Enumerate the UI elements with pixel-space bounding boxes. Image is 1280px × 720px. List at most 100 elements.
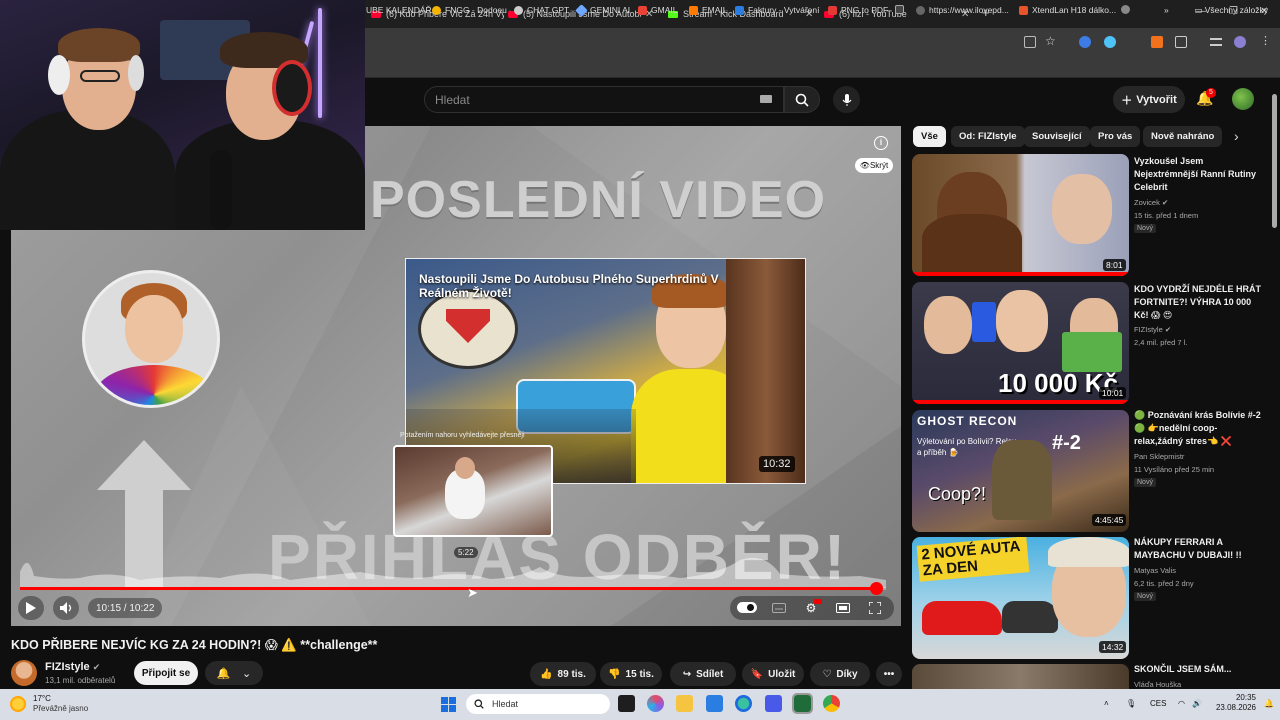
video-duration: 4:45:45 xyxy=(1092,514,1127,526)
tray-chevron-icon[interactable]: ˄ xyxy=(1104,699,1109,708)
dislike-button[interactable]: 👎 15 tis. xyxy=(600,662,662,686)
extension-icon[interactable] xyxy=(1151,36,1163,48)
bookmark-item[interactable]: GEMINI AI xyxy=(575,3,630,17)
cast-icon[interactable] xyxy=(1024,36,1036,48)
end-screen-title: POSLEDNÍ VIDEO xyxy=(370,171,827,229)
voice-search-button[interactable] xyxy=(833,86,860,113)
excel-icon[interactable] xyxy=(792,693,813,714)
more-actions-button[interactable]: ••• xyxy=(876,662,902,686)
bookmark-item[interactable]: FNGG - Dodoeu xyxy=(432,5,507,15)
page-scrollbar-thumb[interactable] xyxy=(1272,94,1277,228)
chip-recently-uploaded[interactable]: Nově nahráno xyxy=(1143,126,1223,147)
extension-icon[interactable] xyxy=(1128,36,1140,48)
recommendation-thumbnail[interactable]: 2 NOVÉ AUTA ZA DEN xyxy=(912,537,1129,659)
subscribed-notifications-button[interactable]: 🔔 ⌄ xyxy=(205,661,263,685)
chip-related[interactable]: Související xyxy=(1024,126,1090,147)
info-icon[interactable]: i xyxy=(874,136,888,150)
share-button[interactable]: ↪ Sdílet xyxy=(670,662,736,686)
thumb-body xyxy=(922,214,1022,276)
like-button[interactable]: 👍 89 tis. xyxy=(530,662,596,686)
bookmark-item[interactable]: XtendLan H18 dálko... xyxy=(1019,5,1116,15)
bookmark-item[interactable]: Faktury - Vytváření xyxy=(735,5,819,15)
watched-progress-bar xyxy=(912,272,1129,276)
bookmark-item[interactable]: PNG to PDF xyxy=(828,5,888,15)
search-input[interactable]: Hledat xyxy=(424,86,784,113)
recommendation-thumbnail[interactable] xyxy=(912,154,1129,276)
bookmark-item[interactable]: GMAIL xyxy=(638,5,677,15)
bookmark-item[interactable]: UBE KALENDÁŘ xyxy=(366,5,432,15)
weather-sun-icon[interactable] xyxy=(10,696,26,712)
menu-icon[interactable]: ⋮ xyxy=(1260,34,1271,47)
channel-name[interactable]: FIZIstyle ✔ xyxy=(45,661,100,673)
avatar-shirt xyxy=(95,365,213,405)
hide-end-screen-button[interactable]: 👁 Skrýt xyxy=(855,158,893,173)
keyboard-icon[interactable] xyxy=(760,95,772,103)
save-button[interactable]: 🔖 Uložit xyxy=(742,662,804,686)
video-duration: 14:32 xyxy=(1099,641,1127,653)
create-button[interactable]: ＋ Vytvořit xyxy=(1113,86,1185,113)
taskbar-clock[interactable]: 20:35 23.08.2026 xyxy=(1210,693,1256,713)
plus-icon: ＋ xyxy=(1121,94,1133,107)
recommendation-title[interactable]: SKONČIL JSEM SÁM... xyxy=(1134,663,1264,676)
bookmark-item[interactable]: CHAT GPT xyxy=(514,5,569,15)
account-avatar[interactable] xyxy=(1232,88,1254,110)
search-button[interactable] xyxy=(784,86,820,113)
speaker-icon[interactable]: 🔊 xyxy=(1192,699,1202,708)
store-icon[interactable] xyxy=(706,695,723,712)
chrome-icon[interactable] xyxy=(823,695,840,712)
wifi-icon[interactable]: ◠ xyxy=(1178,699,1185,708)
end-screen-subscribe-avatar[interactable] xyxy=(82,270,220,408)
app-icon[interactable] xyxy=(765,695,782,712)
fullscreen-button[interactable] xyxy=(862,596,888,620)
copilot-icon[interactable] xyxy=(647,695,664,712)
headphones-icon xyxy=(128,55,144,91)
extension-icon[interactable] xyxy=(1079,36,1091,48)
chevron-right-icon[interactable]: › xyxy=(1234,128,1239,144)
input-language[interactable]: CES xyxy=(1150,699,1166,708)
windows-start-icon[interactable] xyxy=(441,697,456,712)
taskbar-search[interactable]: Hledat xyxy=(466,694,610,714)
chip-for-you[interactable]: Pro vás xyxy=(1090,126,1141,147)
bookmark-item[interactable] xyxy=(895,5,908,14)
reading-list-icon[interactable] xyxy=(1210,38,1222,46)
mute-button[interactable] xyxy=(53,596,79,620)
play-button[interactable] xyxy=(18,596,44,620)
invoice-icon xyxy=(735,5,744,15)
subtitles-button[interactable] xyxy=(766,596,792,620)
headphones-icon xyxy=(272,60,312,116)
person-left-hair xyxy=(58,28,140,62)
settings-button[interactable]: ⚙ xyxy=(798,596,824,620)
bookmarks-overflow-icon[interactable]: » xyxy=(1164,5,1169,15)
recommendation-title[interactable]: Vyzkoušel Jsem Nejextrémnější Ranní Ruti… xyxy=(1134,155,1264,194)
recommendation-title[interactable]: 🟢 Poznávání krás Bolívie #-2 🟢 👉nedělní … xyxy=(1134,409,1264,448)
thumbnail-text: Coop?! xyxy=(928,484,987,504)
thanks-button[interactable]: ♡ Díky xyxy=(810,662,870,686)
profile-icon[interactable] xyxy=(1234,36,1246,48)
autoplay-toggle[interactable] xyxy=(737,602,757,613)
notification-center-icon[interactable]: 🔔 xyxy=(1264,699,1274,708)
chip-from-channel[interactable]: Od: FIZIstyle xyxy=(951,126,1025,147)
edge-icon[interactable] xyxy=(735,695,752,712)
file-explorer-icon[interactable] xyxy=(676,695,693,712)
join-button[interactable]: Připojit se xyxy=(134,661,198,685)
thumb-red-car xyxy=(922,601,1002,635)
recommendation-thumbnail[interactable] xyxy=(912,664,1129,689)
bookmark-item[interactable]: EMAIL xyxy=(689,5,728,15)
streamer-webcam-overlay xyxy=(0,0,365,230)
recommendation-title[interactable]: NÁKUPY FERRARI A MAYBACHU V DUBAJI! !! xyxy=(1134,536,1264,562)
bookmark-item[interactable] xyxy=(1121,5,1134,14)
extension-icon[interactable] xyxy=(1104,36,1116,48)
puzzle-icon[interactable] xyxy=(1175,36,1187,48)
pdf-icon xyxy=(828,5,837,15)
recommendation-thumbnail[interactable]: 10 000 Kč xyxy=(912,282,1129,404)
task-view-icon[interactable] xyxy=(618,695,635,712)
microphone-tray-icon[interactable]: 🎙 xyxy=(1126,699,1136,708)
bookmark-star-icon[interactable]: ☆ xyxy=(1045,34,1056,48)
recommendation-title[interactable]: KDO VYDRŽÍ NEJDÉLE HRÁT FORTNITE?! VÝHRA… xyxy=(1134,283,1264,322)
globe-icon xyxy=(916,5,925,15)
theater-mode-button[interactable] xyxy=(830,596,856,620)
all-bookmarks-button[interactable]: ▭ Všechny záložky xyxy=(1194,5,1268,16)
bookmark-item[interactable]: https://www.ilovepd... xyxy=(916,5,1009,15)
channel-avatar[interactable] xyxy=(11,660,37,686)
chip-all[interactable]: Vše xyxy=(913,126,946,147)
